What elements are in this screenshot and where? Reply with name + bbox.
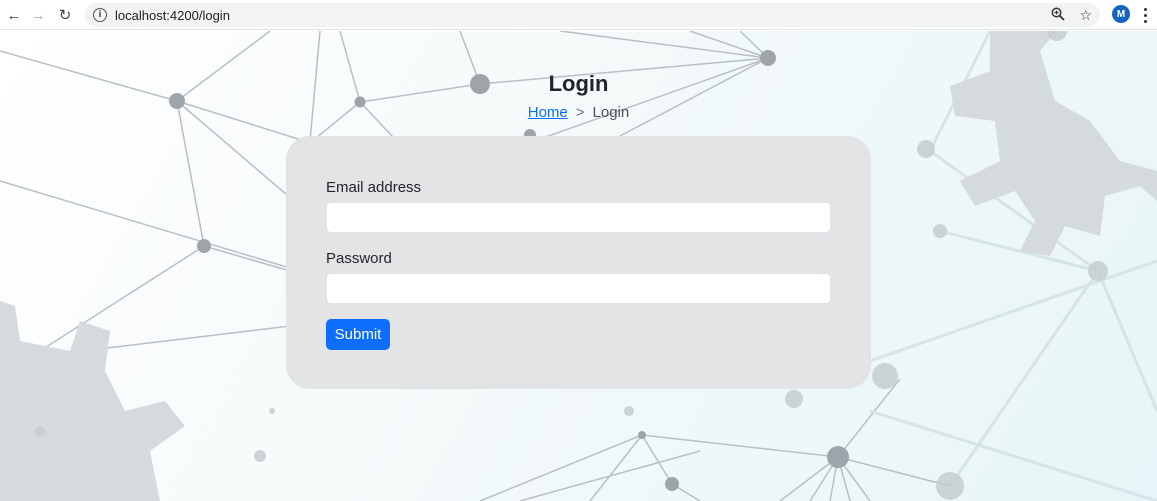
breadcrumb: Home > Login <box>0 104 1157 121</box>
breadcrumb-separator: > <box>575 104 585 121</box>
address-bar[interactable]: i localhost:4200/login ☆ <box>85 3 1100 27</box>
breadcrumb-current: Login <box>592 104 630 121</box>
email-field[interactable] <box>326 202 831 233</box>
forward-icon[interactable]: → <box>24 1 52 29</box>
login-card: Email address Password Submit <box>286 136 871 389</box>
bookmark-star-icon[interactable]: ☆ <box>1079 7 1092 24</box>
email-label: Email address <box>326 179 422 196</box>
site-info-icon[interactable]: i <box>93 8 107 22</box>
breadcrumb-home-link[interactable]: Home <box>528 104 568 121</box>
url-text[interactable]: localhost:4200/login <box>115 8 230 23</box>
password-label: Password <box>326 250 392 267</box>
page-title: Login <box>548 71 609 96</box>
zoom-icon[interactable] <box>1051 7 1066 24</box>
password-field[interactable] <box>326 273 831 304</box>
profile-avatar[interactable]: M <box>1112 5 1130 23</box>
browser-toolbar: ← → ↻ i localhost:4200/login ☆ M <box>0 0 1157 30</box>
reload-icon[interactable]: ↻ <box>51 1 79 29</box>
page-content: Login Home > Login Email address Password … <box>0 31 1157 501</box>
browser-menu-icon[interactable] <box>1140 5 1150 25</box>
submit-button[interactable]: Submit <box>326 319 390 350</box>
